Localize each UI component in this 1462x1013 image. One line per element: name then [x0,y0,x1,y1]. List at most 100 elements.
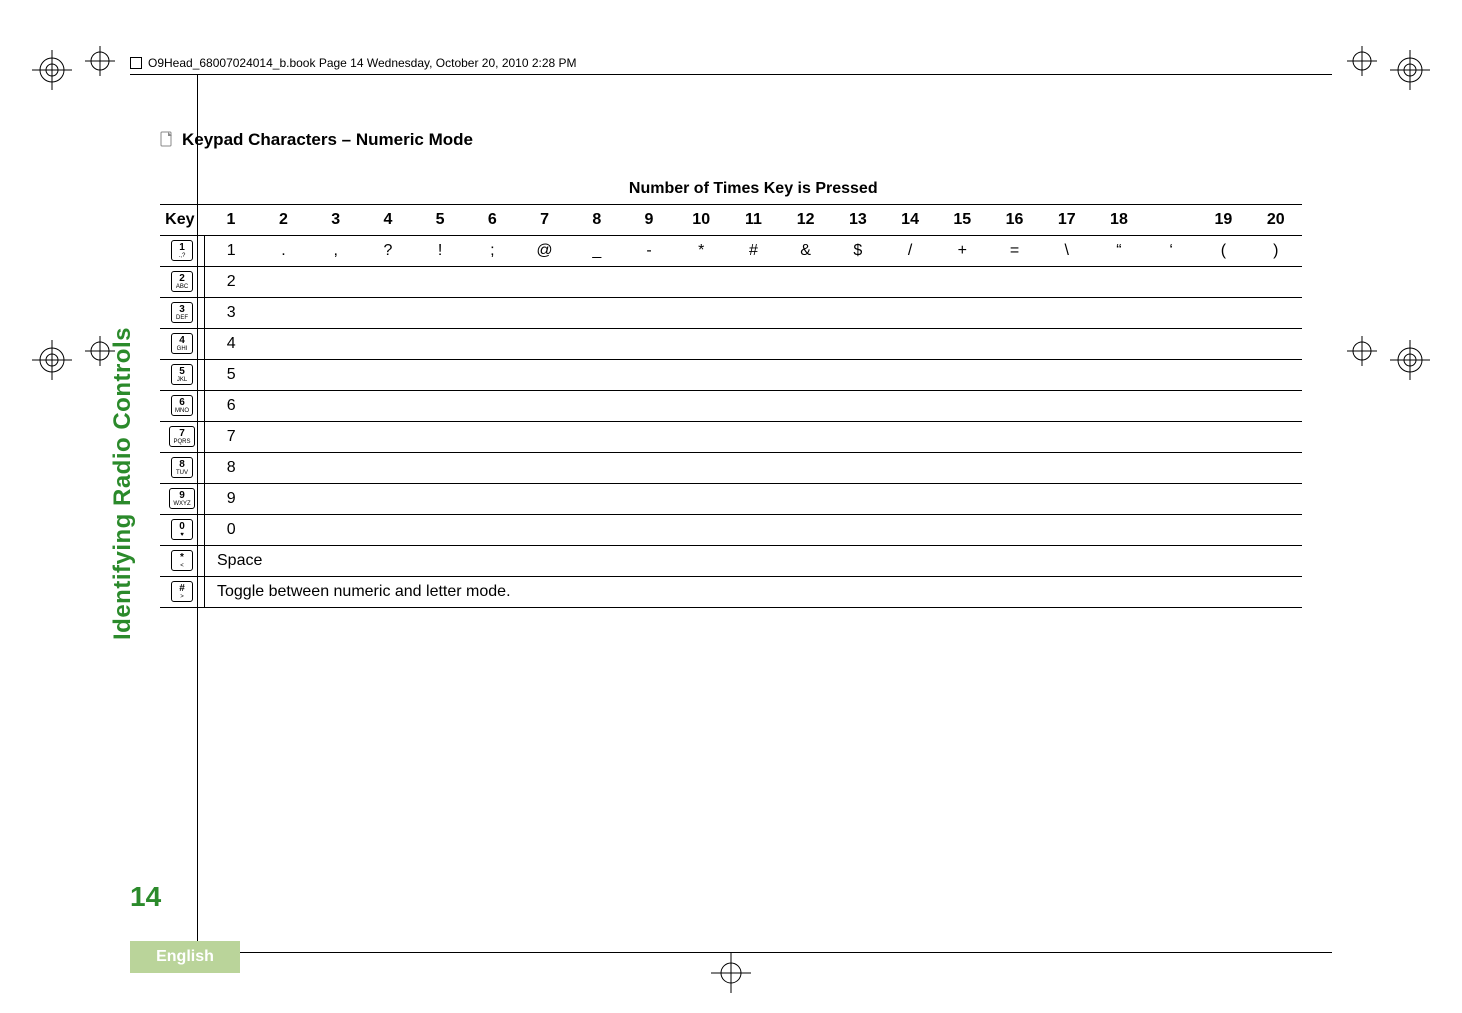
table-cell [571,484,623,515]
table-cell [988,484,1040,515]
table-cell [936,360,988,391]
table-cell: - [623,236,675,267]
table-cell [1145,453,1197,484]
table-row: 3DEF3 [160,298,1302,329]
table-col-header: 17 [1041,205,1093,236]
table-cell: 3 [205,298,258,329]
table-cell [1197,360,1249,391]
table-cell [1093,422,1145,453]
key-cell: 4GHI [160,329,205,360]
table-cell [414,391,466,422]
table-cell [1145,391,1197,422]
table-cell [414,298,466,329]
table-cell [1145,422,1197,453]
table-col-header: 8 [571,205,623,236]
table-span-cell: Toggle between numeric and letter mode. [205,577,1303,608]
table-cell: 8 [205,453,258,484]
table-cell [310,360,362,391]
table-cell [466,298,518,329]
table-cell [1093,298,1145,329]
table-cell [1145,329,1197,360]
table-cell [518,391,570,422]
table-cell [1041,515,1093,546]
table-cell [1250,484,1303,515]
crosshair-mid-right [1347,336,1377,371]
table-cell [310,515,362,546]
table-cell [414,360,466,391]
key-cell: 8TUV [160,453,205,484]
table-row: 0♥0 [160,515,1302,546]
table-cell [780,484,832,515]
table-row: #> Toggle between numeric and letter mode… [160,577,1302,608]
crosshair-top-left [85,46,115,81]
table-cell [832,329,884,360]
table-cell [310,453,362,484]
table-cell [727,453,779,484]
table-cell [988,391,1040,422]
table-cell [1093,360,1145,391]
key-cell: 0♥ [160,515,205,546]
table-cell [1041,298,1093,329]
table-cell [571,391,623,422]
table-span-cell: Space [205,546,1303,577]
table-cell [1093,391,1145,422]
table-cell: / [884,236,936,267]
table-cell [936,422,988,453]
table-super-header: Number of Times Key is Pressed [205,174,1303,205]
table-cell [1041,391,1093,422]
key-icon: 5JKL [171,364,193,385]
table-row: 8TUV8 [160,453,1302,484]
key-icon: #> [171,581,193,602]
table-cell [623,515,675,546]
table-cell [623,484,675,515]
section-title: Keypad Characters – Numeric Mode [160,130,1302,150]
table-cell [571,329,623,360]
table-cell: , [310,236,362,267]
table-col-header: 11 [727,205,779,236]
table-cell: 1 [205,236,258,267]
table-cell: 9 [205,484,258,515]
table-cell [1041,453,1093,484]
table-cell [1250,391,1303,422]
book-icon [130,57,142,69]
table-cell [466,484,518,515]
table-cell: 0 [205,515,258,546]
table-cell [832,453,884,484]
table-cell [1041,360,1093,391]
table-cell [727,298,779,329]
page-icon [160,131,174,150]
key-cell: 6MNO [160,391,205,422]
table-cell [362,484,414,515]
table-row: 9WXYZ9 [160,484,1302,515]
main-content: Keypad Characters – Numeric Mode Number … [160,130,1302,608]
table-cell [727,391,779,422]
table-cell [1041,329,1093,360]
side-section-label: Identifying Radio Controls [108,280,138,640]
key-icon: 6MNO [171,395,193,416]
table-cell [936,391,988,422]
table-cell [257,453,309,484]
table-cell [1197,453,1249,484]
table-cell [936,267,988,298]
table-cell [988,267,1040,298]
table-cell: + [936,236,988,267]
table-cell: 5 [205,360,258,391]
table-cell: “ [1093,236,1145,267]
crosshair-top-right [1347,46,1377,81]
table-cell [310,298,362,329]
table-cell [780,453,832,484]
table-cell [362,298,414,329]
table-cell [675,391,727,422]
table-cell [571,422,623,453]
table-cell [1250,329,1303,360]
table-cell [466,391,518,422]
key-cell: #> [160,577,205,608]
table-cell [1093,453,1145,484]
table-cell: ( [1197,236,1249,267]
table-cell: 7 [205,422,258,453]
table-cell [936,453,988,484]
table-cell [1093,329,1145,360]
table-cell [623,267,675,298]
table-cell: ; [466,236,518,267]
side-section-label-text: Identifying Radio Controls [109,327,137,640]
